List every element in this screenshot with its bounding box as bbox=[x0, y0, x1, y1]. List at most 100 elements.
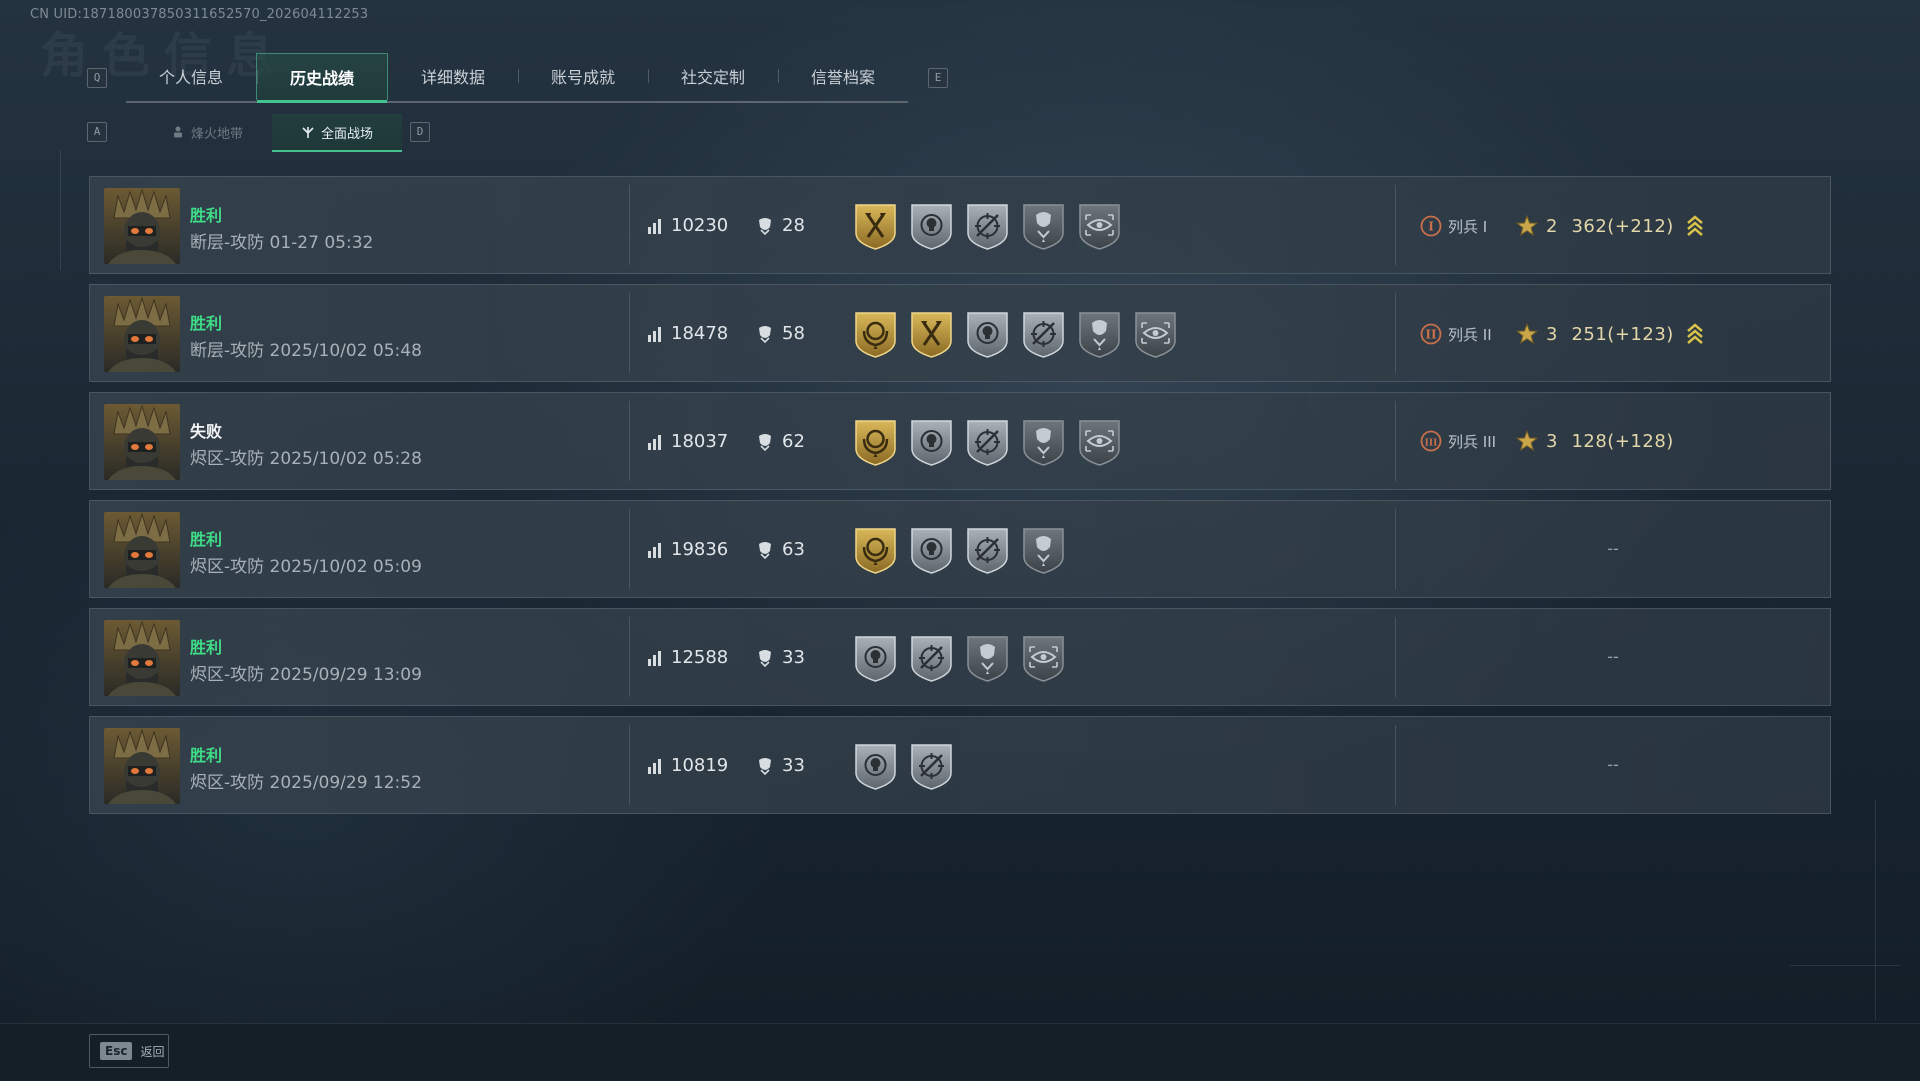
medal-dark-eye-icon[interactable] bbox=[1020, 633, 1067, 683]
bar-chart-icon bbox=[647, 649, 663, 667]
person-icon bbox=[171, 125, 185, 139]
match-row[interactable]: 胜利 烬区-攻防 2025/09/29 12:52 10819 33 -- bbox=[89, 716, 1831, 814]
medal-silver-crosshair-icon[interactable] bbox=[964, 201, 1011, 251]
tab-1[interactable]: 历史战绩 bbox=[256, 53, 388, 103]
skull-icon bbox=[756, 433, 774, 451]
key-hint-d: D bbox=[410, 122, 430, 142]
rank-empty: -- bbox=[1607, 539, 1619, 558]
match-result: 胜利 bbox=[190, 530, 223, 549]
medal-list bbox=[852, 417, 1123, 467]
medal-silver-skull-icon[interactable] bbox=[852, 741, 899, 791]
score-stat: 18037 bbox=[647, 431, 728, 452]
tab-4[interactable]: 社交定制 bbox=[648, 53, 778, 99]
medal-gold-wreath-icon[interactable] bbox=[852, 309, 899, 359]
star-icon bbox=[1516, 323, 1538, 345]
rank-name: 列兵 I bbox=[1448, 217, 1488, 236]
match-row[interactable]: 胜利 断层-攻防 01-27 05:32 10230 28 I 列兵 I 2 362(+212… bbox=[89, 176, 1831, 274]
bar-chart-icon bbox=[647, 757, 663, 775]
medal-silver-skull-icon[interactable] bbox=[852, 633, 899, 683]
tab-5[interactable]: 信誉档案 bbox=[778, 53, 908, 99]
medal-dark-skull-icon[interactable] bbox=[1020, 417, 1067, 467]
subtab-label: 烽火地带 bbox=[190, 126, 243, 142]
rank-stars: 3 bbox=[1546, 430, 1558, 452]
match-history-list: 胜利 断层-攻防 01-27 05:32 10230 28 I 列兵 I 2 362(+212… bbox=[89, 176, 1831, 824]
rank-info: II 列兵 II 3 251(+123) bbox=[1420, 322, 1704, 346]
subtab-1[interactable]: 全面战场 bbox=[272, 114, 402, 152]
sub-tabs: 烽火地带 全面战场 bbox=[142, 114, 402, 152]
score-value: 12588 bbox=[671, 647, 729, 668]
medal-dark-skull-icon[interactable] bbox=[1020, 525, 1067, 575]
medal-gold-axes-icon[interactable] bbox=[908, 309, 955, 359]
crossed-arms-icon bbox=[301, 125, 315, 139]
rank-up-chevron-icon bbox=[1686, 214, 1704, 238]
medal-silver-skull-icon[interactable] bbox=[908, 201, 955, 251]
player-avatar bbox=[104, 620, 180, 696]
medal-gold-wreath-icon[interactable] bbox=[852, 417, 899, 467]
score-value: 10230 bbox=[671, 215, 729, 236]
medal-list bbox=[852, 741, 955, 791]
divider bbox=[1395, 185, 1396, 265]
medal-dark-eye-icon[interactable] bbox=[1076, 201, 1123, 251]
medal-silver-skull-icon[interactable] bbox=[908, 417, 955, 467]
rank-name: 列兵 III bbox=[1448, 432, 1497, 451]
tab-3[interactable]: 账号成就 bbox=[518, 53, 648, 99]
player-avatar bbox=[104, 296, 180, 372]
medal-silver-skull-icon[interactable] bbox=[908, 525, 955, 575]
medal-dark-skull-icon[interactable] bbox=[1076, 309, 1123, 359]
divider bbox=[629, 509, 630, 589]
match-row[interactable]: 胜利 断层-攻防 2025/10/02 05:48 18478 58 II 列兵 II 3 2… bbox=[89, 284, 1831, 382]
rank-up-chevron-icon bbox=[1686, 322, 1704, 346]
skull-icon bbox=[756, 649, 774, 667]
medal-gold-axes-icon[interactable] bbox=[852, 201, 899, 251]
kills-stat: 62 bbox=[756, 431, 805, 452]
rank-emblem-icon: III bbox=[1420, 430, 1442, 452]
rank-stars: 3 bbox=[1546, 323, 1558, 345]
match-result: 失败 bbox=[190, 422, 223, 441]
medal-silver-crosshair-icon[interactable] bbox=[908, 633, 955, 683]
rank-points: 251(+123) bbox=[1571, 323, 1674, 345]
bar-chart-icon bbox=[647, 217, 663, 235]
skull-icon bbox=[756, 541, 774, 559]
match-result: 胜利 bbox=[190, 746, 223, 765]
player-avatar bbox=[104, 728, 180, 804]
medal-list bbox=[852, 633, 1067, 683]
deco-line bbox=[60, 150, 61, 270]
kills-value: 58 bbox=[782, 323, 805, 344]
skull-icon bbox=[756, 325, 774, 343]
divider bbox=[629, 617, 630, 697]
key-hint-a: A bbox=[87, 122, 107, 142]
medal-dark-skull-icon[interactable] bbox=[1020, 201, 1067, 251]
key-hint-q: Q bbox=[87, 68, 107, 88]
medal-gold-wreath-icon[interactable] bbox=[852, 525, 899, 575]
subtab-0[interactable]: 烽火地带 bbox=[142, 114, 272, 150]
deco-line bbox=[1790, 965, 1900, 966]
score-stat: 19836 bbox=[647, 539, 728, 560]
map-and-date: 断层-攻防 2025/10/02 05:48 bbox=[190, 341, 422, 361]
score-stat: 12588 bbox=[647, 647, 728, 668]
medal-list bbox=[852, 525, 1067, 575]
player-avatar bbox=[104, 404, 180, 480]
medal-dark-eye-icon[interactable] bbox=[1076, 417, 1123, 467]
tab-0[interactable]: 个人信息 bbox=[126, 53, 256, 99]
bar-chart-icon bbox=[647, 325, 663, 343]
rank-stars: 2 bbox=[1546, 215, 1558, 237]
tab-2[interactable]: 详细数据 bbox=[388, 53, 518, 99]
medal-dark-eye-icon[interactable] bbox=[1132, 309, 1179, 359]
medal-silver-crosshair-icon[interactable] bbox=[1020, 309, 1067, 359]
star-icon bbox=[1516, 215, 1538, 237]
match-result: 胜利 bbox=[190, 638, 223, 657]
medal-silver-crosshair-icon[interactable] bbox=[908, 741, 955, 791]
match-row[interactable]: 失败 烬区-攻防 2025/10/02 05:28 18037 62 III 列兵 III… bbox=[89, 392, 1831, 490]
star-icon bbox=[1516, 430, 1538, 452]
medal-silver-crosshair-icon[interactable] bbox=[964, 417, 1011, 467]
medal-list bbox=[852, 309, 1179, 359]
medal-silver-skull-icon[interactable] bbox=[964, 309, 1011, 359]
back-button[interactable]: Esc 返回 bbox=[89, 1034, 169, 1068]
medal-silver-crosshair-icon[interactable] bbox=[964, 525, 1011, 575]
medal-dark-skull-icon[interactable] bbox=[964, 633, 1011, 683]
map-and-date: 烬区-攻防 2025/09/29 13:09 bbox=[190, 665, 422, 685]
match-row[interactable]: 胜利 烬区-攻防 2025/10/02 05:09 19836 63 -- bbox=[89, 500, 1831, 598]
match-row[interactable]: 胜利 烬区-攻防 2025/09/29 13:09 12588 33 -- bbox=[89, 608, 1831, 706]
divider bbox=[629, 401, 630, 481]
rank-emblem-icon: II bbox=[1420, 323, 1442, 345]
